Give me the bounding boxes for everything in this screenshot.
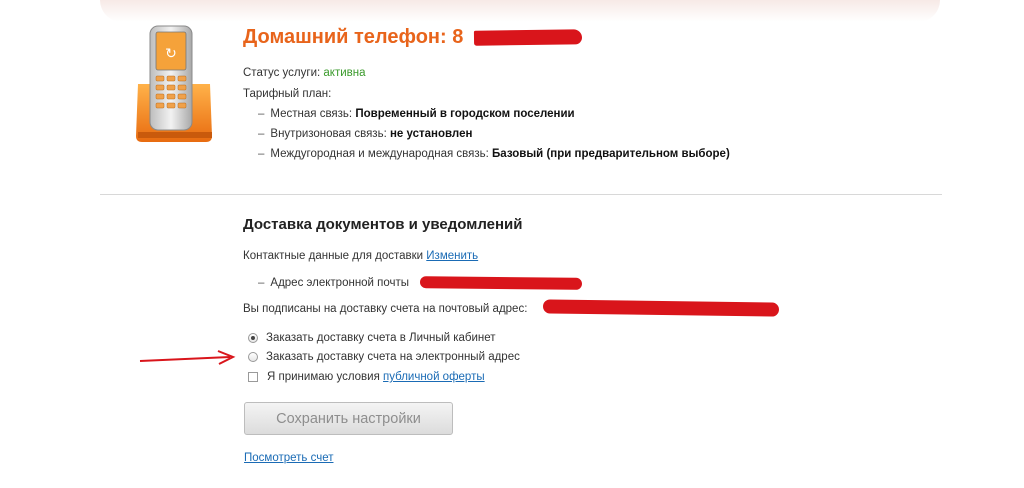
subscribed-label: Вы подписаны на доставку счета на почтов… [243, 303, 528, 315]
status-label: Статус услуги: [243, 67, 321, 79]
section-divider [100, 194, 942, 195]
radio-button[interactable] [248, 352, 258, 362]
email-row: – Адрес электронной почты [258, 277, 410, 289]
email-label: Адрес электронной почты [270, 277, 410, 289]
service-status: Статус услуги: активна [243, 67, 366, 79]
public-offer-link[interactable]: публичной оферты [383, 371, 485, 383]
tariff-label: Тарифный план: [243, 88, 332, 100]
address-redaction [542, 299, 780, 317]
phone-number-redaction [473, 29, 583, 46]
save-settings-button[interactable]: Сохранить настройки [244, 402, 453, 435]
option-personal-cabinet[interactable]: Заказать доставку счета в Личный кабинет [248, 332, 496, 344]
top-shadow [100, 0, 940, 22]
tariff-item-local: – Местная связь: Повременный в городском … [258, 108, 575, 120]
red-arrow-annotation [139, 350, 236, 365]
accept-terms-checkbox[interactable] [248, 372, 258, 382]
radio-button-checked[interactable] [248, 333, 258, 343]
email-redaction [419, 276, 583, 290]
phone-icon: ↻ [136, 25, 212, 142]
tariff-item-intrazone: – Внутризоновая связь: не установлен [258, 128, 473, 140]
page-title: Домашний телефон: 8 [243, 26, 464, 48]
change-contacts-link[interactable]: Изменить [426, 250, 478, 262]
view-bill-link[interactable]: Посмотреть счет [244, 452, 333, 464]
contacts-label: Контактные данные для доставки [243, 250, 424, 262]
accept-terms-row[interactable]: Я принимаю условия публичной оферты [248, 371, 485, 383]
tariff-item-longdistance: – Междугородная и международная связь: Ба… [258, 148, 730, 160]
svg-text:↻: ↻ [165, 46, 177, 62]
contacts-row: Контактные данные для доставки Изменить [243, 250, 478, 262]
option-email-delivery[interactable]: Заказать доставку счета на электронный а… [248, 351, 520, 363]
status-value: активна [323, 67, 366, 79]
delivery-section-title: Доставка документов и уведомлений [243, 216, 523, 233]
